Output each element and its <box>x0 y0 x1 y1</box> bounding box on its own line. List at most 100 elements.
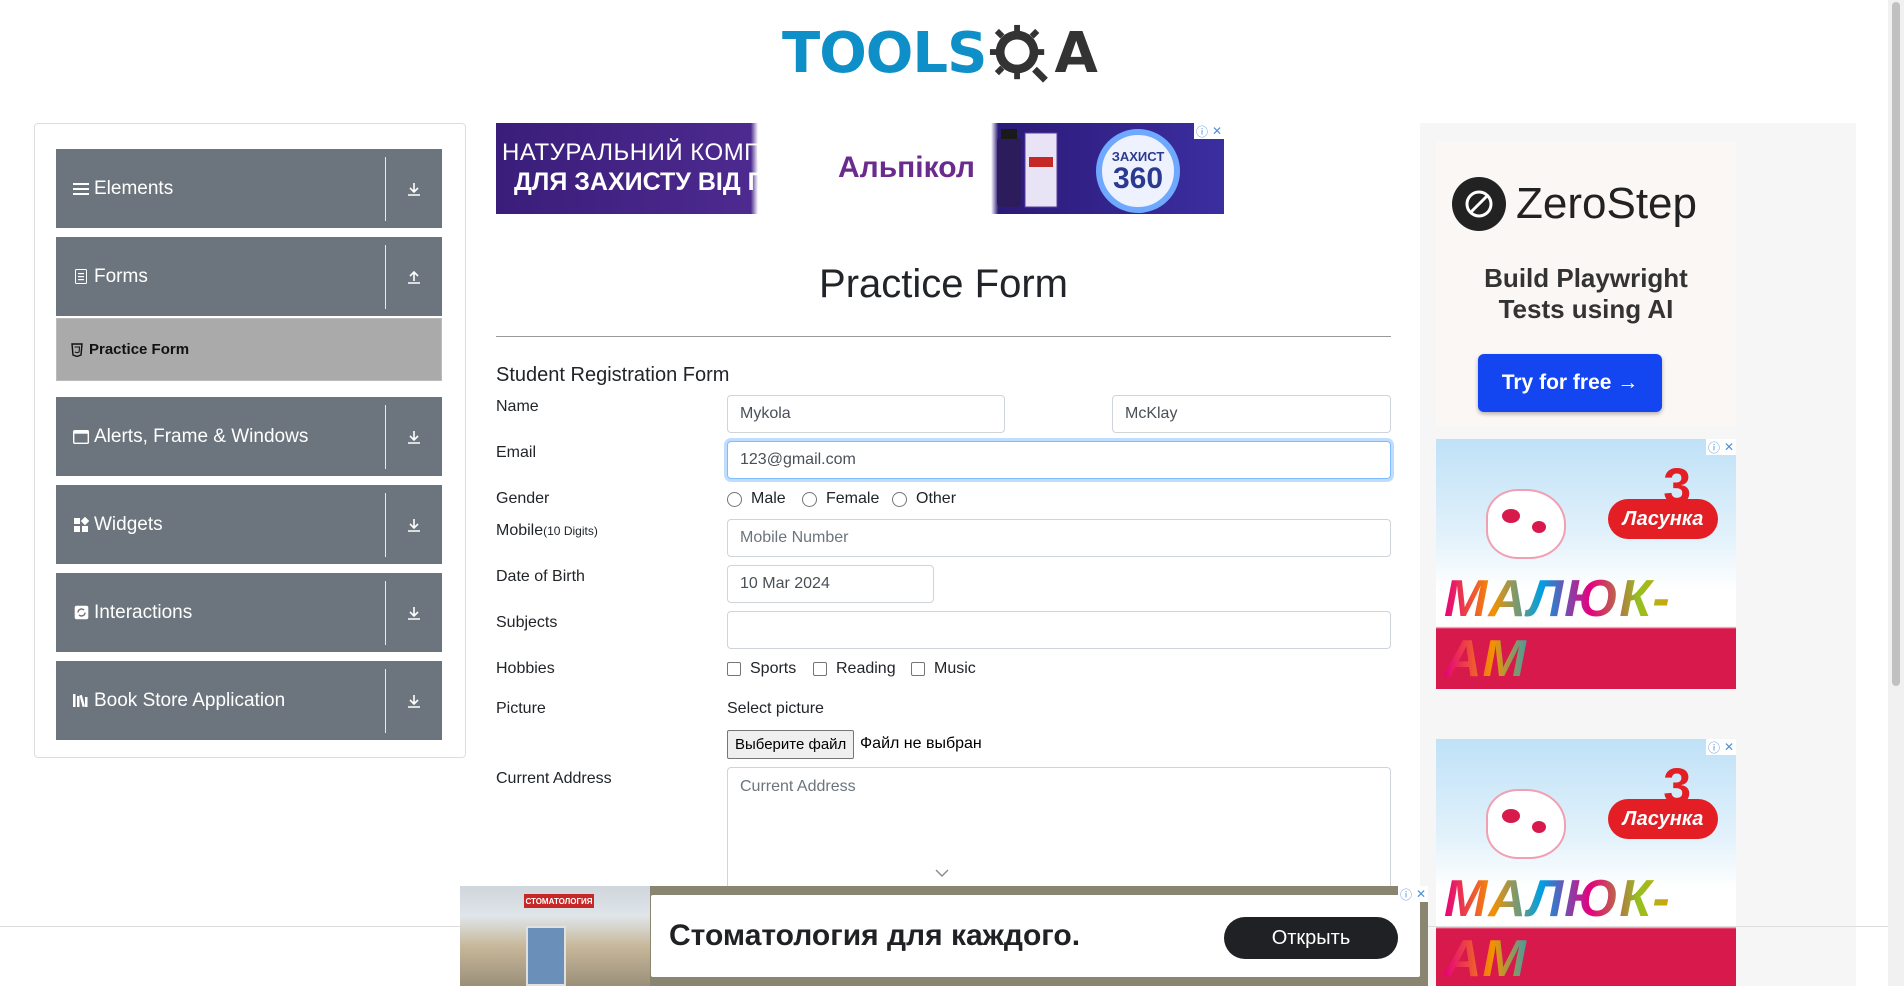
dob-label: Date of Birth <box>496 568 585 585</box>
zerostep-logo: ZeroStep <box>1452 177 1697 231</box>
banner-ad-bottom[interactable]: СТОМАТОЛОГИЯ Стоматология для каждого. О… <box>460 886 1428 986</box>
door-image-icon <box>526 926 566 986</box>
ad-brand: Альпікол <box>838 151 975 184</box>
gender-female-radio[interactable]: Female <box>802 490 879 508</box>
checkbox-label: Music <box>934 660 976 677</box>
checkbox-label: Reading <box>836 660 896 677</box>
sidebar-group-elements[interactable]: Elements <box>56 149 442 228</box>
lasunka-product: МАЛЮК-АМ <box>1444 569 1736 689</box>
sidebar-item-label: Practice Form <box>89 341 190 358</box>
close-icon[interactable]: ✕ <box>1724 440 1734 454</box>
ad-choices[interactable]: ⓘ ✕ <box>1398 886 1428 902</box>
logo-text-a: A <box>1054 21 1098 86</box>
banner-ad-top[interactable]: НАТУРАЛЬНИЙ КОМПЛЕКС ДЛЯ ЗАХИСТУ ВІД ГРВ… <box>496 123 1224 214</box>
title-divider <box>496 336 1391 337</box>
window-icon <box>72 429 90 444</box>
cow-mascot-icon <box>1486 789 1566 859</box>
info-icon[interactable]: ⓘ <box>1400 886 1412 903</box>
ad-choices[interactable]: ⓘ ✕ <box>1194 123 1224 139</box>
hobby-sports-checkbox[interactable]: Sports <box>727 660 796 678</box>
hobby-reading-checkbox[interactable]: Reading <box>813 660 896 678</box>
ad-panel: Стоматология для каждого. Открыть <box>651 895 1420 977</box>
subjects-input[interactable] <box>727 611 1391 649</box>
scrollbar-thumb[interactable] <box>1892 2 1900 686</box>
cow-mascot-icon <box>1486 489 1566 559</box>
close-icon[interactable]: ✕ <box>1416 887 1426 901</box>
radio-circle[interactable] <box>727 491 742 507</box>
download-arrow-icon[interactable] <box>386 517 442 533</box>
gender-male-radio[interactable]: Male <box>727 490 786 508</box>
subjects-label: Subjects <box>496 614 558 631</box>
zerostep-ad[interactable]: ZeroStep Build Playwright Tests using AI… <box>1436 141 1736 426</box>
gender-other-radio[interactable]: Other <box>892 490 956 508</box>
tagline-line-2: Tests using AI <box>1498 294 1674 324</box>
ad-choices[interactable]: ⓘ ✕ <box>1706 439 1736 455</box>
choose-file-button[interactable]: Выберите файл <box>727 730 855 759</box>
mobile-label-text: Mobile <box>496 522 544 539</box>
try-for-free-button[interactable]: Try for free → <box>1478 354 1662 412</box>
clinic-photo: СТОМАТОЛОГИЯ <box>460 886 650 986</box>
zerostep-name: ZeroStep <box>1516 179 1697 228</box>
lasunka-brand: Ласунка <box>1608 499 1718 539</box>
sidebar-group-interactions[interactable]: Interactions <box>56 573 442 652</box>
email-label: Email <box>496 444 537 461</box>
toolsqa-logo[interactable]: TOOLS A <box>782 14 1108 94</box>
badge-number: 360 <box>1112 161 1164 195</box>
sidebar-group-label: Elements <box>94 177 174 199</box>
upload-arrow-icon[interactable] <box>386 269 442 285</box>
lasunka-product: МАЛЮК-АМ <box>1444 869 1736 986</box>
tagline-line-1: Build Playwright <box>1484 263 1688 293</box>
info-icon[interactable]: ⓘ <box>1196 123 1208 140</box>
download-arrow-icon[interactable] <box>386 693 442 709</box>
sidebar-group-book-store[interactable]: Book Store Application <box>56 661 442 740</box>
sidebar-group-alerts[interactable]: Alerts, Frame & Windows <box>56 397 442 476</box>
email-input[interactable]: 123@gmail.com <box>727 441 1391 479</box>
checkbox-label: Sports <box>750 660 797 677</box>
divider <box>385 404 386 469</box>
clinic-sign: СТОМАТОЛОГИЯ <box>524 894 594 908</box>
sidebar-item-practice-form[interactable]: Practice Form <box>56 318 442 381</box>
current-address-textarea[interactable]: Current Address <box>727 767 1391 897</box>
select-picture-label: Select picture <box>727 700 824 717</box>
download-arrow-icon[interactable] <box>386 181 442 197</box>
zerostep-tagline: Build Playwright Tests using AI <box>1436 263 1736 325</box>
divider <box>385 492 386 557</box>
radio-label: Female <box>826 490 880 507</box>
last-name-input[interactable]: McKlay <box>1112 395 1391 433</box>
zerostep-logo-icon <box>1452 177 1506 231</box>
open-button[interactable]: Открыть <box>1224 917 1398 959</box>
first-name-input[interactable]: Mykola <box>727 395 1005 433</box>
vertical-scrollbar[interactable] <box>1888 0 1904 986</box>
checkbox-box[interactable] <box>727 662 741 676</box>
books-icon <box>72 693 90 708</box>
close-icon[interactable]: ✕ <box>1212 124 1222 138</box>
radio-circle[interactable] <box>802 491 817 507</box>
download-arrow-icon[interactable] <box>386 605 442 621</box>
logo-text: TOOLS <box>782 21 987 86</box>
ad-headline: Стоматология для каждого. <box>669 919 1081 952</box>
mobile-input[interactable]: Mobile Number <box>727 519 1391 557</box>
sidebar-group-label: Forms <box>94 265 148 287</box>
page: TOOLS A Elements Forms Practice Form Ale… <box>0 0 1904 986</box>
checkbox-box[interactable] <box>813 662 827 676</box>
radio-label: Other <box>916 490 957 507</box>
refresh-icon <box>72 605 90 620</box>
checkbox-box[interactable] <box>911 662 925 676</box>
ad-text-line1: НАТУРАЛЬНИЙ КОМПЛЕКС <box>502 139 827 166</box>
radio-label: Male <box>751 490 786 507</box>
radio-circle[interactable] <box>892 491 907 507</box>
mobile-label: Mobile(10 Digits) <box>496 522 598 540</box>
lasunka-ad-2[interactable]: 3 Ласунка МАЛЮК-АМ ⓘ ✕ <box>1436 739 1736 986</box>
download-arrow-icon[interactable] <box>386 429 442 445</box>
info-icon[interactable]: ⓘ <box>1708 439 1720 456</box>
sidebar-group-forms[interactable]: Forms <box>56 237 442 316</box>
close-icon[interactable]: ✕ <box>1724 740 1734 754</box>
hobbies-label: Hobbies <box>496 660 555 677</box>
hobby-music-checkbox[interactable]: Music <box>911 660 976 678</box>
date-of-birth-input[interactable]: 10 Mar 2024 <box>727 565 934 603</box>
lasunka-ad-1[interactable]: 3 Ласунка МАЛЮК-АМ ⓘ ✕ <box>1436 439 1736 689</box>
info-icon[interactable]: ⓘ <box>1708 739 1720 756</box>
sidebar-group-widgets[interactable]: Widgets <box>56 485 442 564</box>
ad-choices[interactable]: ⓘ ✕ <box>1706 739 1736 755</box>
ad-text-line2: ДЛЯ ЗАХИСТУ ВІД ГРВІ <box>514 168 804 196</box>
